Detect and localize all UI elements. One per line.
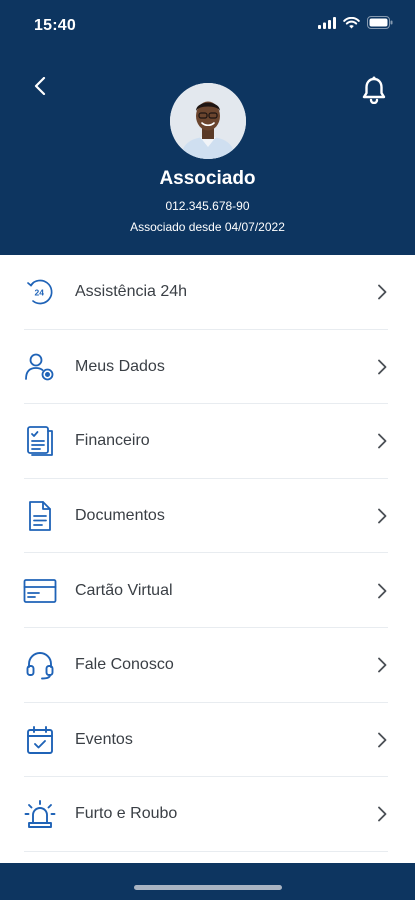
svg-text:24: 24 — [35, 288, 45, 298]
chevron-right-icon — [375, 655, 389, 675]
chevron-right-icon — [375, 804, 389, 824]
menu-item-cartao-virtual[interactable]: Cartão Virtual — [0, 553, 415, 628]
menu-item-documentos[interactable]: Documentos — [0, 479, 415, 554]
menu-item-label: Furto e Roubo — [75, 805, 178, 823]
status-time: 15:40 — [34, 17, 76, 34]
profile-header: 15:40 Associado 012.345.678-90 Associado… — [0, 0, 415, 255]
menu-item-assistencia[interactable]: 24 Assistência 24h — [0, 255, 415, 330]
menu-item-fale-conosco[interactable]: Fale Conosco — [0, 628, 415, 703]
menu-item-financeiro[interactable]: Financeiro — [0, 404, 415, 479]
clock-24h-icon: 24 — [22, 274, 58, 310]
menu-item-label: Meus Dados — [75, 357, 165, 375]
menu-item-eventos[interactable]: Eventos — [0, 703, 415, 778]
menu-item-furto-roubo[interactable]: Furto e Roubo — [0, 777, 415, 852]
menu-item-meus-dados[interactable]: Meus Dados — [0, 330, 415, 405]
menu-item-label: Eventos — [75, 730, 133, 748]
menu-list: 24 Assistência 24h Meus Dados Financeiro… — [0, 255, 415, 863]
chevron-right-icon — [375, 282, 389, 302]
alarm-siren-icon — [22, 796, 58, 832]
wifi-icon — [343, 16, 360, 34]
bell-icon — [361, 76, 387, 109]
menu-item-label: Assistência 24h — [75, 283, 188, 301]
signal-icon — [318, 16, 336, 34]
menu-item-label: Fale Conosco — [75, 656, 174, 674]
battery-icon — [367, 16, 393, 34]
status-bar: 15:40 — [0, 0, 415, 50]
chevron-right-icon — [375, 581, 389, 601]
profile-name: Associado — [159, 168, 256, 189]
menu-item-label: Documentos — [75, 507, 165, 525]
financial-document-icon — [22, 423, 58, 459]
status-icons — [318, 16, 393, 34]
card-icon — [22, 573, 58, 609]
chevron-right-icon — [375, 431, 389, 451]
chevron-left-icon — [34, 76, 46, 100]
menu-item-label: Financeiro — [75, 432, 150, 450]
chevron-right-icon — [375, 730, 389, 750]
avatar[interactable] — [170, 83, 246, 159]
menu-item-label: Cartão Virtual — [75, 581, 173, 599]
member-since: Associado desde 04/07/2022 — [130, 220, 285, 234]
member-id: 012.345.678-90 — [165, 199, 250, 213]
headset-icon — [22, 647, 58, 683]
chevron-right-icon — [375, 357, 389, 377]
user-settings-icon — [22, 349, 58, 385]
notifications-button[interactable] — [359, 76, 389, 108]
document-icon — [22, 498, 58, 534]
chevron-right-icon — [375, 506, 389, 526]
home-indicator-area — [0, 863, 415, 900]
home-indicator[interactable] — [134, 885, 282, 890]
calendar-check-icon — [22, 722, 58, 758]
back-button[interactable] — [26, 74, 54, 102]
